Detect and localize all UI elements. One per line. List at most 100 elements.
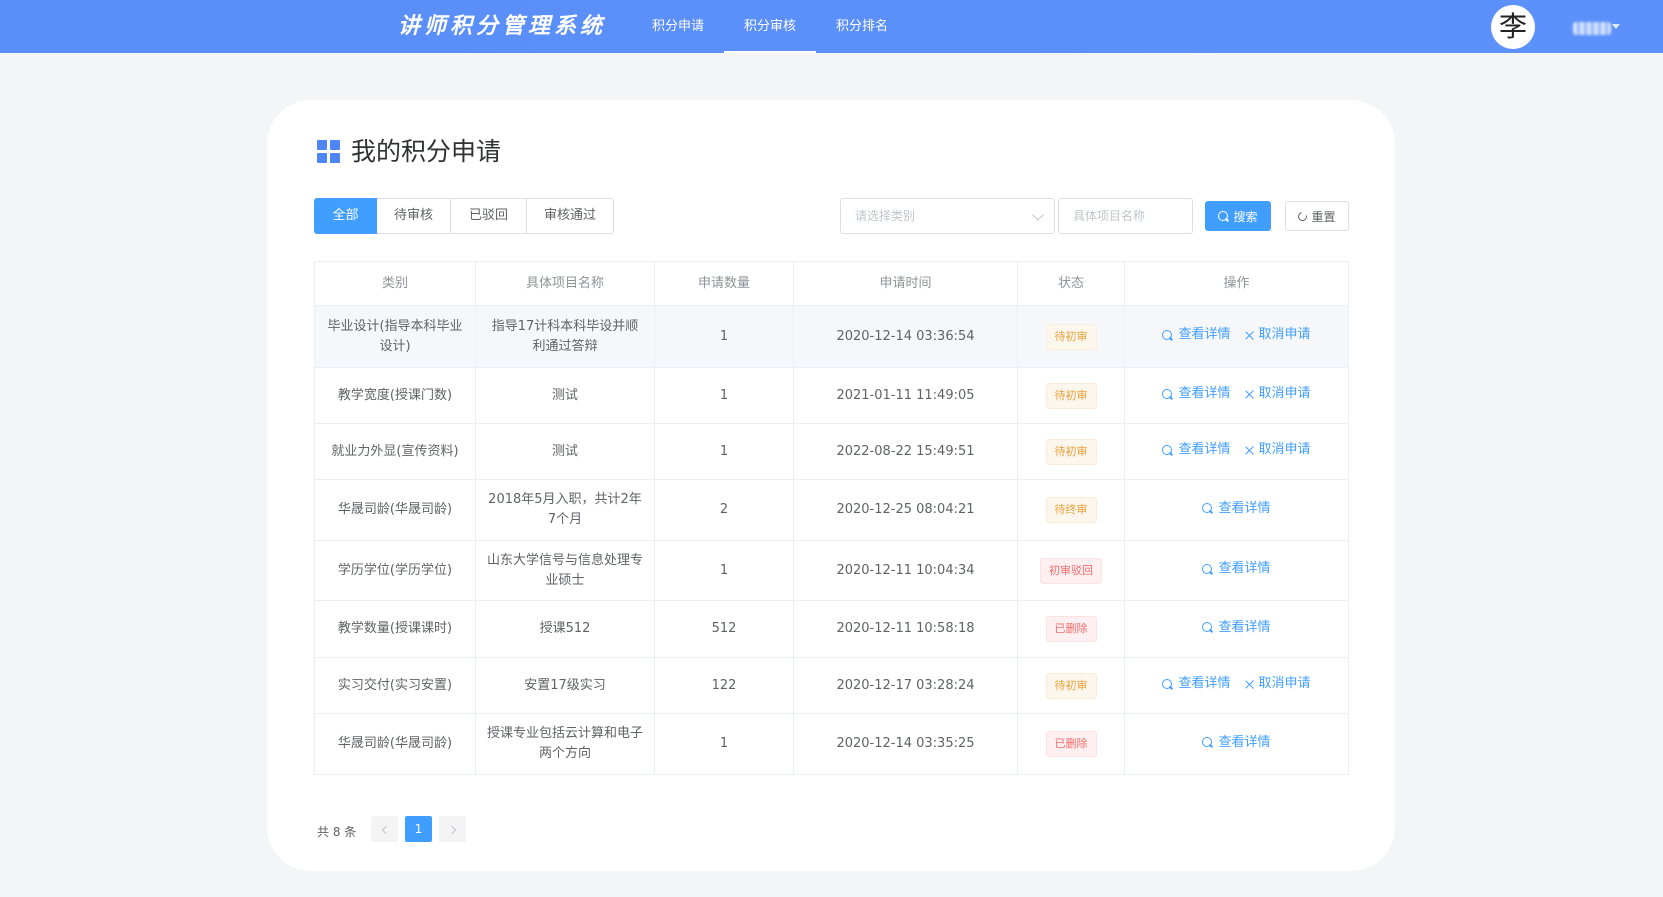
main-card: 我的积分申请 全部 待审核 已驳回 审核通过 请选择类别 搜索 重置 类别 具体… [267,100,1395,871]
status-badge: 待初审 [1045,323,1097,350]
quantity-cell: 122 [654,657,794,714]
avatar[interactable]: 李 [1491,5,1535,49]
tab-pending[interactable]: 待审核 [377,198,451,234]
table-row: 就业力外显(宣传资料) 测试 1 2022-08-22 15:49:51 待初审 查看详情… [314,423,1349,480]
view-details-link[interactable]: 查看详情 [1202,499,1271,519]
action-label: 查看详情 [1218,500,1271,516]
refresh-icon [1296,209,1310,223]
time-cell: 2022-08-22 15:49:51 [793,423,1018,480]
status-badge: 待初审 [1045,438,1097,465]
page-title: 我的积分申请 [351,137,502,166]
search-icon [1202,503,1213,514]
view-details-link[interactable]: 查看详情 [1202,559,1271,579]
pagination-total: 共 8 条 [317,825,357,839]
actions-cell: 查看详情 [1124,540,1349,601]
category-select[interactable]: 请选择类别 [840,198,1055,234]
cancel-application-link[interactable]: 取消申请 [1245,674,1311,694]
status-cell: 待初审 [1017,305,1125,368]
search-icon [1202,737,1213,748]
cancel-application-link[interactable]: 取消申请 [1245,325,1311,345]
column-header: 申请时间 [793,261,1018,306]
pagination-page[interactable]: 1 [405,816,432,842]
reset-button[interactable]: 重置 [1285,201,1349,231]
category-cell: 华晟司龄(华晟司龄) [314,713,476,775]
username-blurred[interactable] [1573,22,1611,35]
action-label: 取消申请 [1258,676,1311,692]
close-icon [1245,390,1254,399]
nav-item-points-review[interactable]: 积分审核 [724,0,816,53]
time-cell: 2020-12-11 10:58:18 [793,600,1018,658]
table-row: 教学数量(授课课时) 授课512 512 2020-12-11 10:58:18 已删除… [314,600,1349,658]
table-row: 华晟司龄(华晟司龄) 2018年5月入职，共计2年7个月 2 2020-12-25 0… [314,479,1349,541]
category-cell: 学历学位(学历学位) [314,540,476,601]
time-cell: 2020-12-25 08:04:21 [793,479,1018,541]
status-badge: 初审驳回 [1040,557,1102,584]
action-label: 查看详情 [1218,561,1271,577]
nav-item-points-apply[interactable]: 积分申请 [632,0,724,53]
actions-cell: 查看详情 取消申请 [1124,657,1349,714]
project-name-cell: 授课专业包括云计算和电子两个方向 [475,713,655,775]
project-name-cell: 测试 [475,423,655,480]
view-details-link[interactable]: 查看详情 [1162,440,1231,460]
actions-cell: 查看详情 取消申请 [1124,305,1349,368]
action-label: 取消申请 [1258,327,1311,343]
row-actions: 查看详情 取消申请 [1162,325,1311,345]
column-header: 类别 [314,261,476,306]
search-icon [1202,563,1213,575]
search-icon [1218,210,1229,222]
quantity-cell: 512 [654,600,794,658]
row-actions: 查看详情 [1202,618,1271,638]
category-cell: 教学宽度(授课门数) [314,367,476,424]
quantity-cell: 1 [654,305,794,368]
tab-rejected[interactable]: 已驳回 [451,198,527,234]
status-badge: 已删除 [1045,731,1097,757]
table-row: 毕业设计(指导本科毕业设计) 指导17计科本科毕设并顺利通过答辩 1 2020-12-… [314,305,1349,368]
project-name-cell: 测试 [475,367,655,424]
cancel-application-link[interactable]: 取消申请 [1245,384,1311,404]
time-cell: 2021-01-11 11:49:05 [793,367,1018,424]
quantity-cell: 2 [654,479,794,541]
status-badge: 已删除 [1045,616,1097,642]
table-row: 华晟司龄(华晟司龄) 授课专业包括云计算和电子两个方向 1 2020-12-14 03… [314,713,1349,775]
view-details-link[interactable]: 查看详情 [1162,674,1231,694]
nav-item-points-ranking[interactable]: 积分排名 [816,0,908,53]
view-details-link[interactable]: 查看详情 [1162,325,1231,345]
chevron-down-icon [1032,209,1044,221]
action-label: 查看详情 [1178,676,1231,692]
chevron-down-icon[interactable] [1612,24,1620,29]
status-cell: 待初审 [1017,423,1125,480]
status-cell: 已删除 [1017,600,1125,658]
tab-approved[interactable]: 审核通过 [527,198,614,234]
search-button[interactable]: 搜索 [1205,201,1271,231]
column-header: 操作 [1124,261,1349,306]
tab-all[interactable]: 全部 [314,198,377,234]
pagination-next-button[interactable] [439,816,466,842]
pagination-prev-button[interactable] [371,816,398,842]
view-details-link[interactable]: 查看详情 [1202,618,1271,638]
category-cell: 实习交付(实习安置) [314,657,476,714]
time-cell: 2020-12-14 03:35:25 [793,713,1018,775]
time-cell: 2020-12-14 03:36:54 [793,305,1018,368]
search-icon [1162,329,1173,341]
column-header: 申请数量 [654,261,794,306]
category-cell: 教学数量(授课课时) [314,600,476,658]
project-name-cell: 授课512 [475,600,655,658]
action-label: 查看详情 [1178,386,1231,402]
grid-icon [317,140,340,163]
column-header: 状态 [1017,261,1125,306]
category-select-placeholder: 请选择类别 [855,209,916,223]
status-cell: 待初审 [1017,367,1125,424]
view-details-link[interactable]: 查看详情 [1202,733,1271,753]
time-cell: 2020-12-17 03:28:24 [793,657,1018,714]
action-label: 查看详情 [1218,619,1271,635]
view-details-link[interactable]: 查看详情 [1162,384,1231,404]
actions-cell: 查看详情 [1124,713,1349,775]
project-name-input[interactable] [1058,198,1193,234]
status-cell: 待终审 [1017,479,1125,541]
action-label: 查看详情 [1178,442,1231,458]
project-name-cell: 2018年5月入职，共计2年7个月 [475,479,655,541]
action-label: 取消申请 [1258,442,1311,458]
table-row: 实习交付(实习安置) 安置17级实习 122 2020-12-17 03:28:24 待… [314,657,1349,714]
cancel-application-link[interactable]: 取消申请 [1245,440,1311,460]
quantity-cell: 1 [654,713,794,775]
